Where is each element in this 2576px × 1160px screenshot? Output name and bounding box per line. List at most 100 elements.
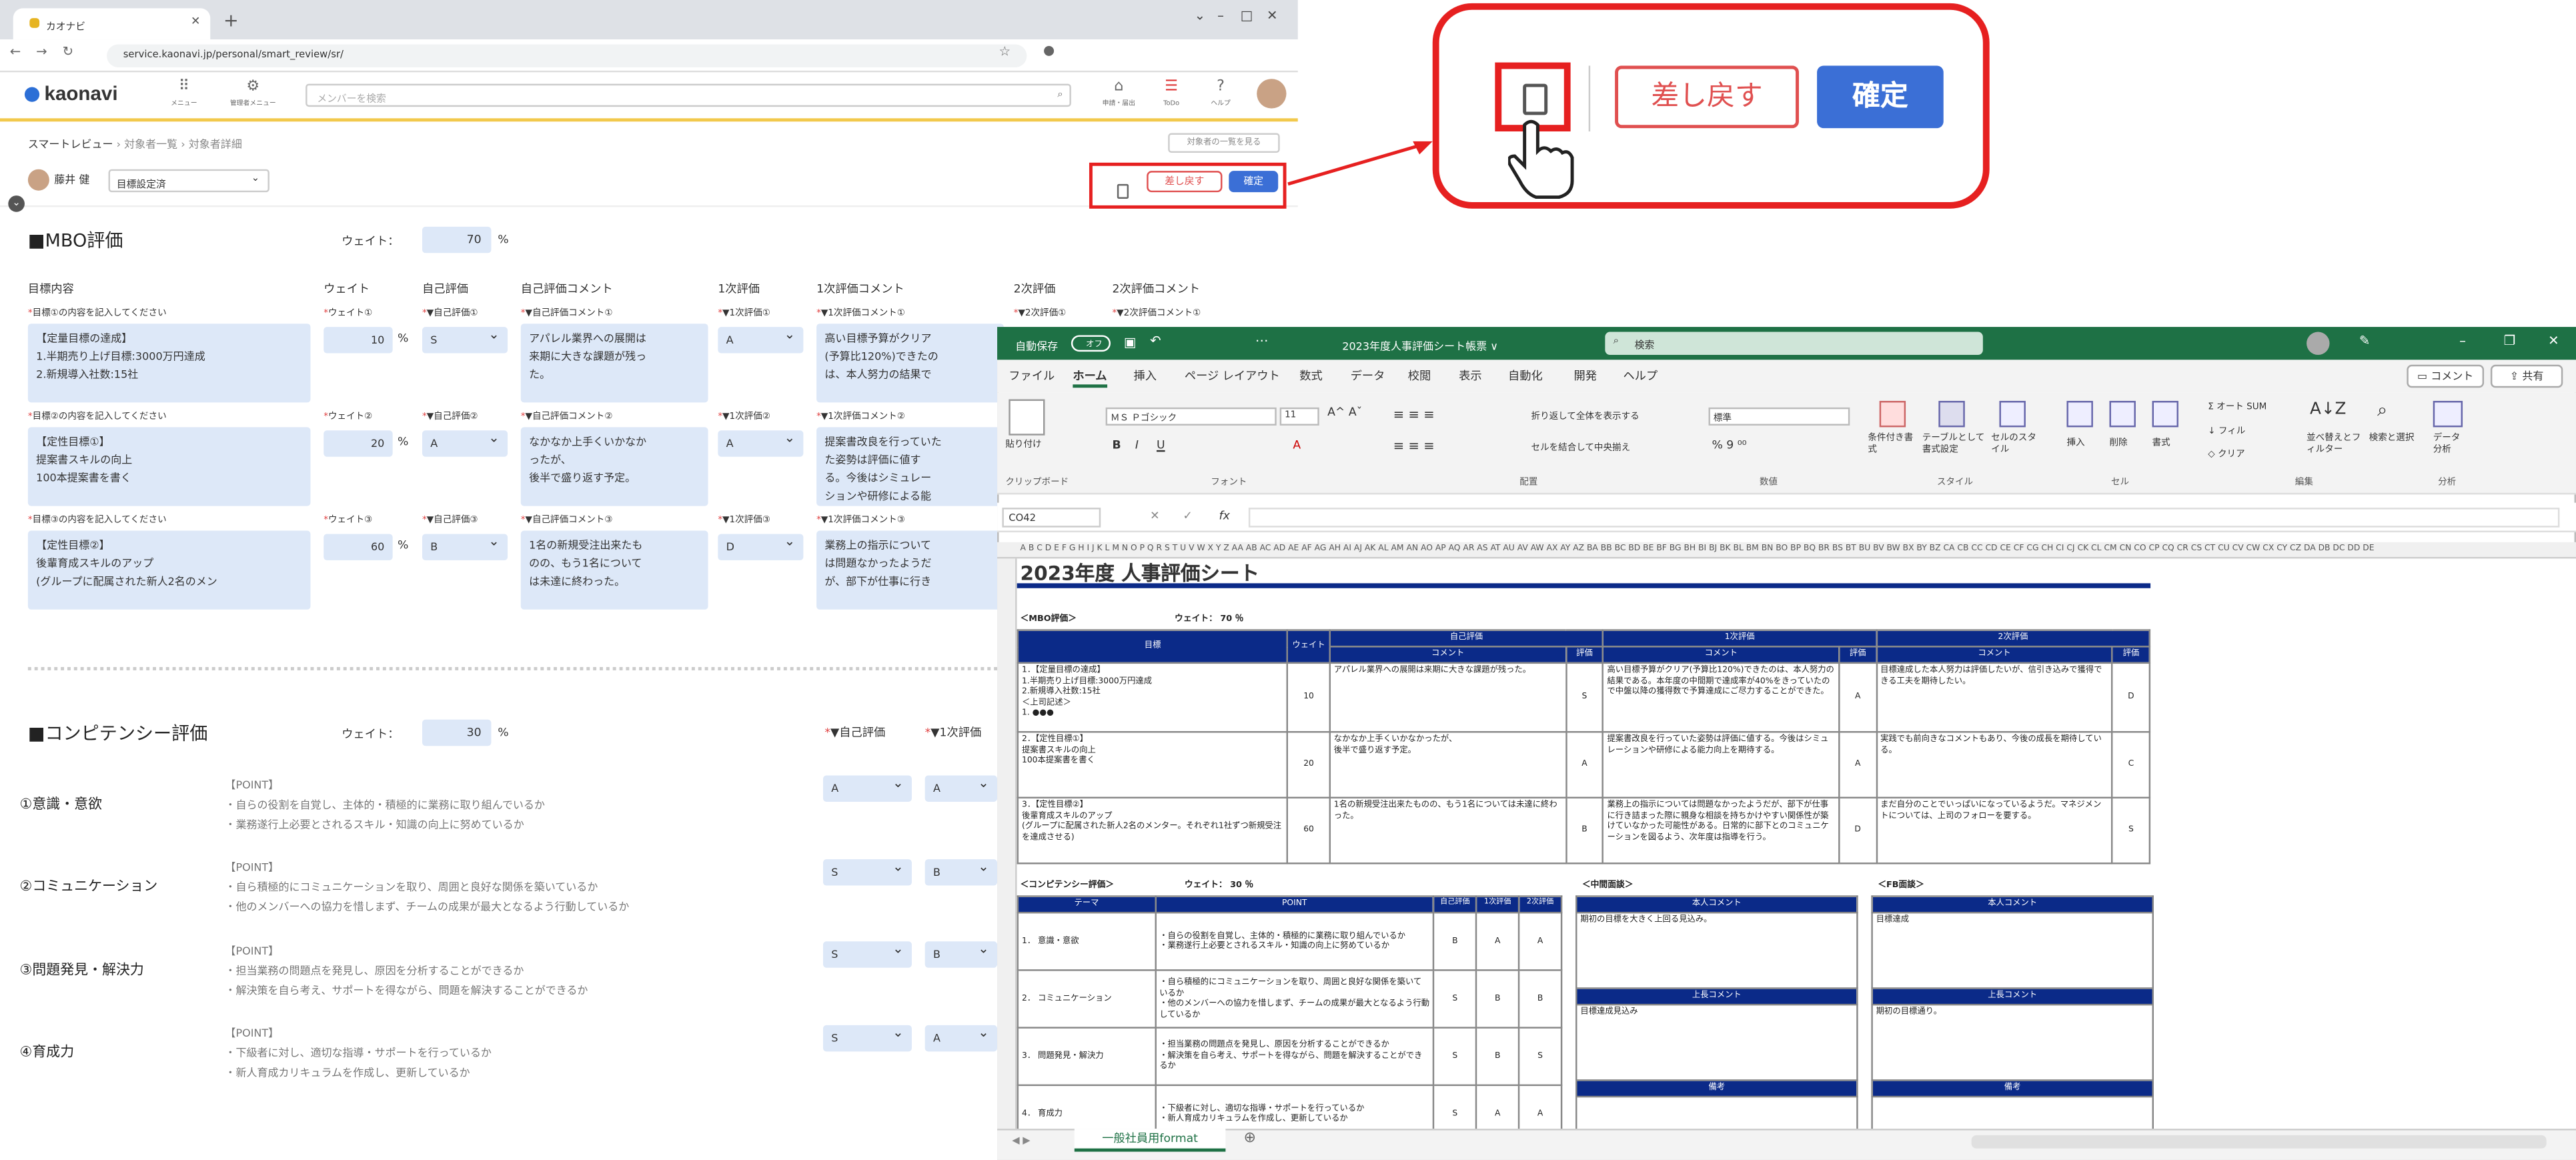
cell-self[interactable]: A xyxy=(1565,731,1604,799)
return-button[interactable]: 差し戻す xyxy=(1147,171,1223,193)
cell-first-comment[interactable]: 高い目標予算がクリア(予算比120%)できたのは、本人努力の結果である。本年度の… xyxy=(1602,662,1840,733)
underline-icon[interactable]: U xyxy=(1157,439,1165,452)
pen-icon[interactable]: ✎ xyxy=(2359,334,2371,348)
minimize-icon[interactable]: – xyxy=(1217,8,1224,23)
cell-first[interactable]: D xyxy=(1838,796,1878,864)
menu-home[interactable]: ホーム xyxy=(1073,368,1107,388)
halign-icon[interactable]: ≡ ≡ ≡ xyxy=(1393,439,1435,454)
horizontal-scrollbar[interactable] xyxy=(1971,1135,2547,1149)
comp4-self-select[interactable]: S xyxy=(822,1025,912,1052)
font-color-icon[interactable]: A xyxy=(1293,439,1301,452)
cell-point[interactable]: ・自ら積極的にコミュニケーションを取り、周囲と良好な関係を築いているか ・他のメ… xyxy=(1154,969,1435,1029)
formula-input[interactable] xyxy=(1248,508,2560,528)
add-sheet-icon[interactable]: ⊕ xyxy=(1243,1131,1256,1147)
cell-goal[interactable]: 1．【定量目標の達成】 1.半期売り上げ目標:3000万円達成 2.新規導入社数… xyxy=(1017,662,1289,733)
cell-fb-note[interactable] xyxy=(1871,1095,2154,1129)
mbo-weight-input[interactable]: 70 xyxy=(422,226,492,253)
status-select[interactable]: 目標設定済 ⌄ xyxy=(108,169,269,193)
member-search-input[interactable]: メンバーを検索 ⌕ xyxy=(305,83,1071,107)
cell-self-comment[interactable]: 1名の新規受注出来たものの、もう1名については未達に終わった。 xyxy=(1329,796,1567,864)
cell-comp-second[interactable]: A xyxy=(1517,1084,1563,1129)
firstc3-text[interactable]: 業務上の指示について は問題なかったようだ が、部下が仕事に行き xyxy=(816,530,1004,610)
cell-comp-second[interactable]: A xyxy=(1517,911,1563,971)
first3-select[interactable]: D xyxy=(718,534,804,560)
cell-weight[interactable]: 10 xyxy=(1287,662,1331,733)
cell-self-comment[interactable]: なかなか上手くいかなかったが、 後半で盛り返す予定。 xyxy=(1329,731,1567,799)
forward-icon[interactable]: → xyxy=(36,45,47,59)
comp1-self-select[interactable]: A xyxy=(822,775,912,802)
browser-tab[interactable]: カオナビ ✕ xyxy=(13,8,211,40)
italic-icon[interactable]: I xyxy=(1135,439,1139,452)
bookmark-star-icon[interactable]: ☆ xyxy=(999,45,1011,59)
self1-select[interactable]: S xyxy=(422,327,508,354)
todo-button[interactable]: ☰ ToDo xyxy=(1153,79,1189,111)
menu-data[interactable]: データ xyxy=(1351,368,1385,385)
excel-file-title[interactable]: 2023年度人事評価シート帳票 ∨ xyxy=(1342,337,1498,354)
new-tab-icon[interactable]: + xyxy=(223,10,239,31)
menu-view[interactable]: 表示 xyxy=(1459,368,1481,385)
comp2-self-select[interactable]: S xyxy=(822,859,912,886)
cell-mid-boss[interactable]: 目標達成見込み xyxy=(1575,1003,1858,1081)
enter-icon[interactable]: ✓ xyxy=(1183,510,1192,523)
cell-mid-note[interactable] xyxy=(1575,1095,1858,1129)
cell-comp-second[interactable]: S xyxy=(1517,1027,1563,1087)
goal3-text[interactable]: 【定性目標②】 後輩育成スキルのアップ (グループに配属された新人2名のメン xyxy=(27,530,311,610)
find-icon[interactable]: ⌕ xyxy=(2377,400,2387,422)
align-icon[interactable]: ≡ ≡ ≡ xyxy=(1393,408,1435,422)
cell-point[interactable]: ・担当業務の問題点を発見し、原因を分析することができるか ・解決策を自ら考え、サ… xyxy=(1154,1027,1435,1087)
cell-style-icon[interactable] xyxy=(1999,400,2026,428)
reload-icon[interactable]: ↻ xyxy=(63,45,74,59)
apply-button[interactable]: ⌂ 申請・届出 xyxy=(1101,79,1137,111)
cancel-icon[interactable]: ✕ xyxy=(1150,510,1159,523)
font-name-select[interactable]: ＭＳ Ｐゴシック xyxy=(1105,407,1277,426)
fill[interactable]: ↓ フィル xyxy=(2208,424,2245,437)
kaonavi-logo[interactable]: kaonavi xyxy=(24,82,118,105)
cell-mid-self[interactable]: 期初の目標を大きく上回る見込み。 xyxy=(1575,911,1858,989)
font-size-select[interactable]: 11 xyxy=(1279,407,1319,426)
excel-close-icon[interactable]: ✕ xyxy=(2548,334,2559,348)
menu-file[interactable]: ファイル xyxy=(1009,368,1055,385)
menu-page-layout[interactable]: ページ レイアウト xyxy=(1185,368,1280,385)
weight2-input[interactable]: 20 xyxy=(324,430,393,457)
sort-icon[interactable]: A↓Z xyxy=(2310,401,2346,419)
cell-second[interactable]: C xyxy=(2111,731,2151,799)
conditional-format-icon[interactable] xyxy=(1879,400,1906,428)
cell-comp-self[interactable]: S xyxy=(1433,1027,1477,1087)
weight1-input[interactable]: 10 xyxy=(324,327,393,354)
selfc3-text[interactable]: 1名の新規受注出来たも のの、もう1名について は未達に終わった。 xyxy=(520,530,708,610)
name-box[interactable]: CO42 xyxy=(1002,508,1101,528)
cond-label[interactable]: 条件付き書式 xyxy=(1868,434,1920,456)
collapse-icon[interactable]: ⌄ xyxy=(1195,8,1206,23)
comp4-first-select[interactable]: A xyxy=(924,1025,998,1052)
cell-comp-self[interactable]: S xyxy=(1433,1084,1477,1129)
document-button[interactable] xyxy=(1117,174,1129,205)
cell-theme[interactable]: 3． 問題発見・解決力 xyxy=(1017,1027,1157,1087)
cell-second[interactable]: S xyxy=(2111,796,2151,864)
cell-comp-first[interactable]: B xyxy=(1475,969,1520,1029)
bold-icon[interactable]: B xyxy=(1112,439,1121,452)
selfc2-text[interactable]: なかなか上手くいかなか ったが、 後半で盛り返す予定。 xyxy=(520,427,708,506)
merge-center[interactable]: セルを結合して中央揃え xyxy=(1531,440,1631,454)
number-format-select[interactable]: 標準 xyxy=(1708,407,1850,426)
menu-developer[interactable]: 開発 xyxy=(1574,368,1597,385)
wrap-text[interactable]: 折り返して全体を表示する xyxy=(1531,409,1640,422)
self3-select[interactable]: B xyxy=(422,534,508,560)
cell-comp-second[interactable]: B xyxy=(1517,969,1563,1029)
cell-comp-first[interactable]: A xyxy=(1475,911,1520,971)
comp3-self-select[interactable]: S xyxy=(822,941,912,968)
cell-theme[interactable]: 1． 意識・意欲 xyxy=(1017,911,1157,971)
account-avatar[interactable] xyxy=(2307,332,2330,356)
close-tab-icon[interactable]: ✕ xyxy=(191,15,200,28)
user-avatar[interactable] xyxy=(1257,79,1287,109)
cell-self-comment[interactable]: アパレル業界への展開は来期に大きな課題が残った。 xyxy=(1329,662,1567,733)
format-label[interactable]: 書式 xyxy=(2152,436,2170,449)
breadcrumb-root[interactable]: スマートレビュー xyxy=(28,138,113,151)
excel-restore-icon[interactable]: ❐ xyxy=(2504,334,2516,348)
cell-point[interactable]: ・下級者に対し、適切な指導・サポートを行っているか ・新人育成カリキュラムを作成… xyxy=(1154,1084,1435,1129)
menu-help[interactable]: ヘルプ xyxy=(1623,368,1658,385)
menu-formulas[interactable]: 数式 xyxy=(1299,368,1322,385)
fx-icon[interactable]: fx xyxy=(1219,510,1230,523)
comp2-first-select[interactable]: B xyxy=(924,859,998,886)
back-icon[interactable]: ← xyxy=(10,45,21,59)
first2-select[interactable]: A xyxy=(718,430,804,457)
